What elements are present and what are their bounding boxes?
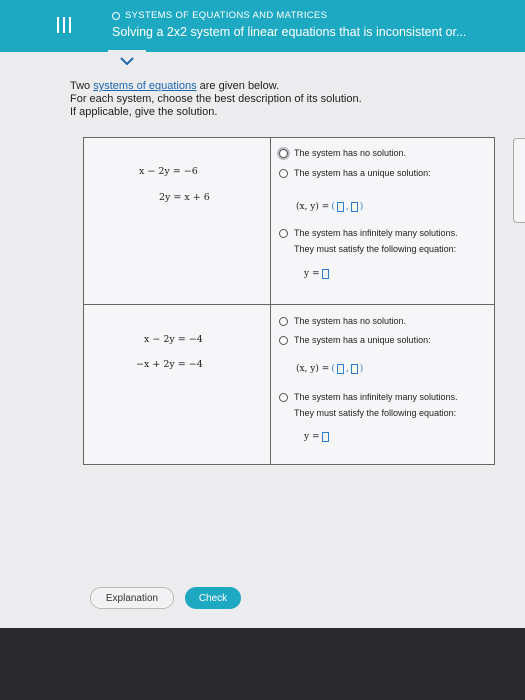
- system2-option-no-solution[interactable]: The system has no solution.: [279, 316, 406, 326]
- option-label: The system has a unique solution:: [294, 335, 431, 345]
- intro-line-2: For each system, choose the best descrip…: [70, 93, 362, 105]
- glossary-link[interactable]: systems of equations: [93, 80, 196, 92]
- system2-infinite-answer: y =: [304, 432, 329, 442]
- instructions: Two systems of equations are given below…: [70, 80, 362, 119]
- system2-equation-1: x − 2y = −4: [144, 334, 203, 345]
- option-label: The system has no solution.: [294, 316, 407, 326]
- chevron-down-icon: [120, 56, 134, 65]
- y-label: y =: [304, 432, 320, 442]
- system2-option-infinite[interactable]: The system has infinitely many solutions…: [279, 392, 458, 402]
- option-label: The system has infinitely many solutions…: [294, 392, 458, 402]
- intro-line-1: Two systems of equations are given below…: [70, 80, 362, 93]
- y-label: y =: [304, 269, 320, 279]
- collapse-toggle[interactable]: [108, 50, 146, 72]
- system2-unique-answer: (x, y) = (,): [296, 364, 364, 374]
- radio-button[interactable]: [279, 168, 288, 178]
- y-answer-box[interactable]: [350, 202, 358, 212]
- system1-option-no-solution[interactable]: The system has no solution.: [279, 148, 406, 158]
- option-label: The system has infinitely many solutions…: [294, 228, 458, 238]
- intro-line-3: If applicable, give the solution.: [70, 106, 218, 118]
- topic-text: SYSTEMS OF EQUATIONS AND MATRICES: [125, 10, 328, 21]
- system1-equation-2: 2y = x + 6: [159, 192, 210, 203]
- explanation-button[interactable]: Explanation: [90, 587, 174, 609]
- option-label: The system has a unique solution:: [294, 168, 431, 178]
- equation-answer-box[interactable]: [321, 269, 329, 279]
- system2-option-unique[interactable]: The system has a unique solution:: [279, 335, 431, 345]
- system1-equation-1: x − 2y = −6: [139, 166, 198, 177]
- column-divider: [270, 138, 271, 464]
- side-panel-tab[interactable]: [513, 138, 525, 223]
- system1-unique-answer: (x, y) = (,): [296, 202, 364, 212]
- radio-button[interactable]: [279, 316, 288, 326]
- screen: SYSTEMS OF EQUATIONS AND MATRICES Solvin…: [0, 0, 525, 628]
- radio-button[interactable]: [279, 228, 288, 238]
- x-answer-box[interactable]: [336, 364, 344, 374]
- topic-ring-icon: [112, 11, 120, 20]
- radio-button[interactable]: [279, 335, 288, 345]
- system2-infinite-note: They must satisfy the following equation…: [294, 408, 457, 418]
- systems-table: x − 2y = −6 2y = x + 6 The system has no…: [83, 137, 495, 465]
- equation-answer-box[interactable]: [321, 432, 329, 442]
- page-title: Solving a 2x2 system of linear equations…: [112, 25, 467, 39]
- system1-infinite-note: They must satisfy the following equation…: [294, 244, 457, 254]
- radio-button[interactable]: [279, 392, 288, 402]
- xy-label: (x, y) =: [296, 202, 330, 212]
- system2-equation-2: −x + 2y = −4: [136, 359, 203, 370]
- intro-text: Two: [70, 80, 94, 92]
- topic-label: SYSTEMS OF EQUATIONS AND MATRICES: [112, 10, 327, 21]
- menu-icon[interactable]: [56, 17, 72, 33]
- intro-text: are given below.: [196, 80, 280, 92]
- option-label: The system has no solution.: [294, 148, 407, 158]
- check-button[interactable]: Check: [185, 587, 241, 609]
- system1-option-unique[interactable]: The system has a unique solution:: [279, 168, 431, 178]
- y-answer-box[interactable]: [350, 364, 358, 374]
- x-answer-box[interactable]: [336, 202, 344, 212]
- system1-option-infinite[interactable]: The system has infinitely many solutions…: [279, 228, 458, 238]
- radio-button[interactable]: [279, 148, 288, 158]
- row-divider: [84, 304, 494, 305]
- system1-infinite-answer: y =: [304, 269, 329, 279]
- header-bar: SYSTEMS OF EQUATIONS AND MATRICES Solvin…: [0, 0, 525, 52]
- xy-label: (x, y) =: [296, 364, 330, 374]
